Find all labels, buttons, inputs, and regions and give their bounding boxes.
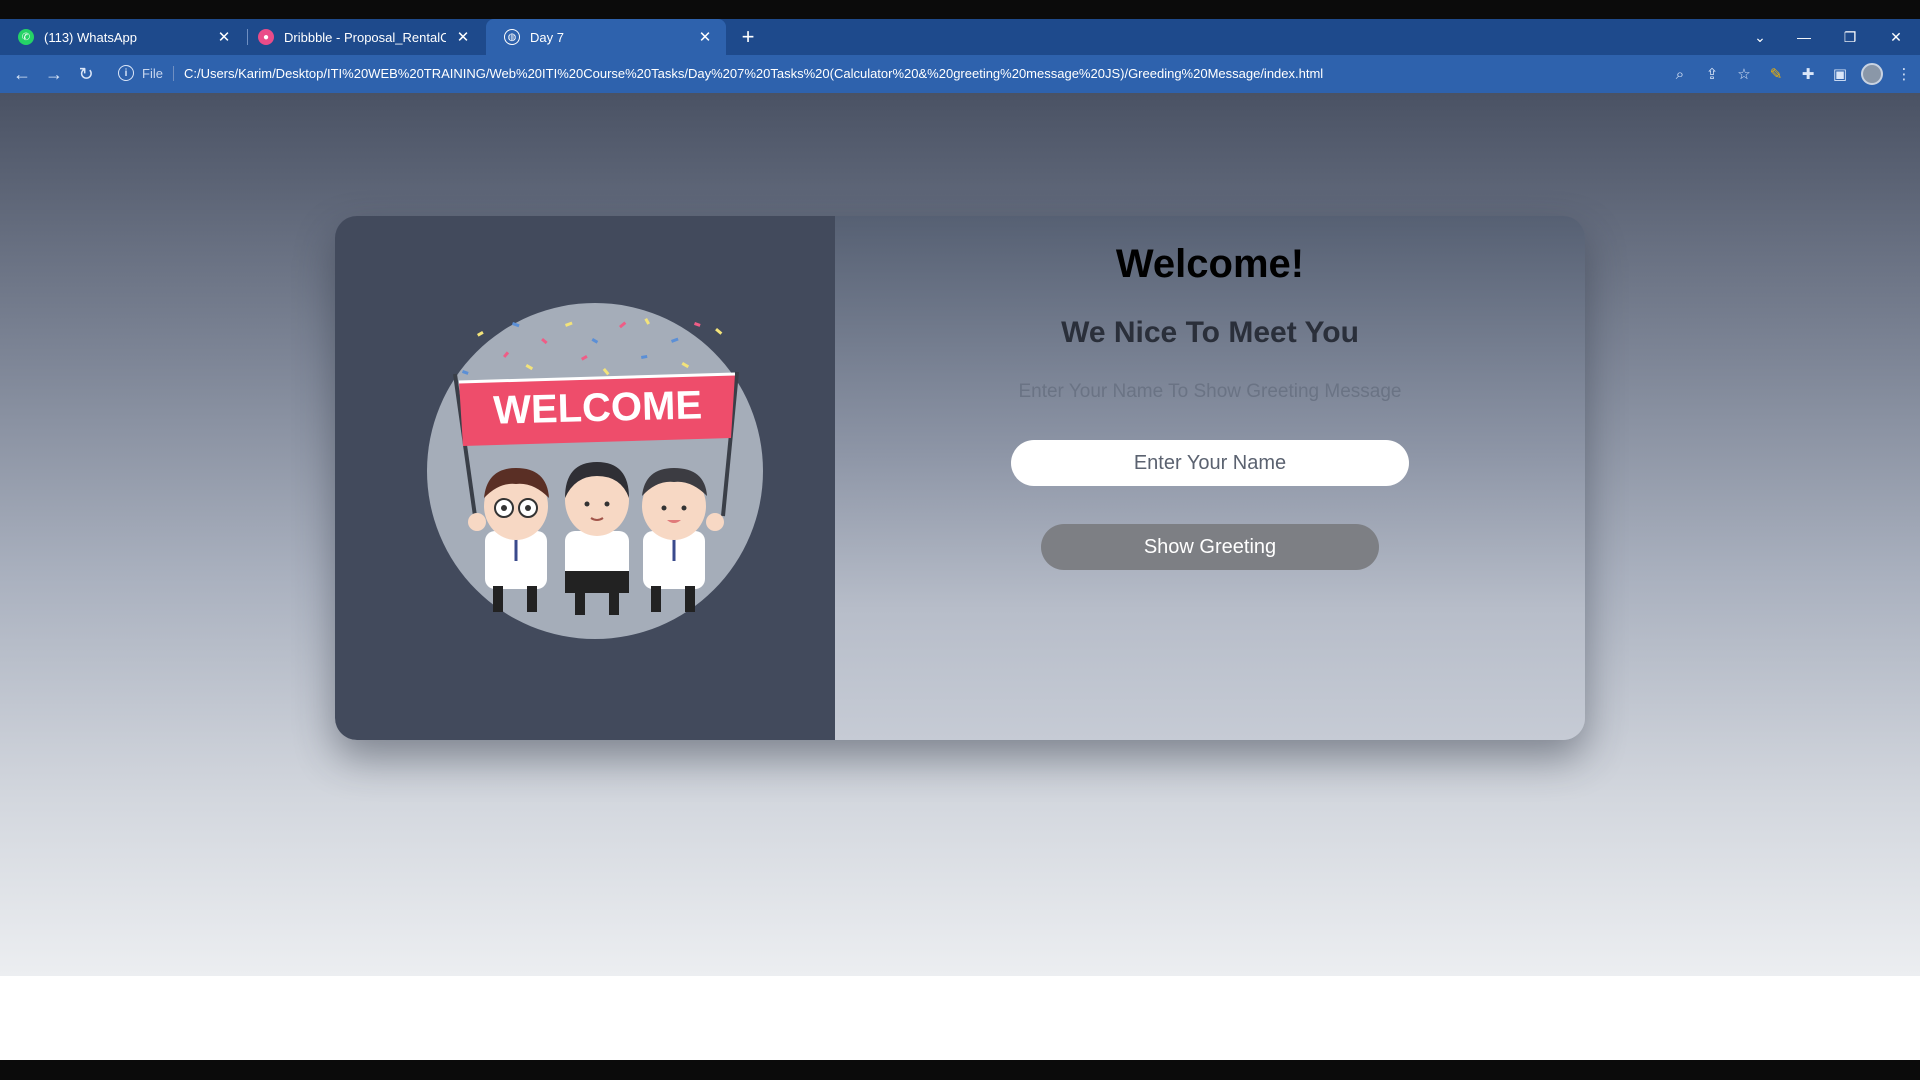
extensions-icon[interactable]: ✚ [1792, 58, 1824, 90]
new-tab-button[interactable]: + [737, 19, 759, 55]
page-viewport: WELCOME Welcome! We Nice To Meet You Ent… [0, 93, 1920, 976]
person-middle-icon [565, 462, 629, 615]
profile-button[interactable] [1856, 58, 1888, 90]
tab-search-icon[interactable]: ⌄ [1740, 19, 1780, 55]
bookmark-star-icon[interactable]: ☆ [1728, 58, 1760, 90]
zoom-icon[interactable]: ⌕ [1664, 58, 1696, 90]
welcome-illustration: WELCOME [427, 303, 763, 639]
card-image-panel: WELCOME [335, 216, 835, 740]
side-panel-icon[interactable]: ▣ [1824, 58, 1856, 90]
restore-icon[interactable]: ❐ [1830, 19, 1870, 55]
name-input[interactable] [1011, 440, 1409, 486]
info-icon[interactable]: i [118, 65, 134, 81]
window-close-icon[interactable]: ✕ [1876, 19, 1916, 55]
forward-icon[interactable]: → [38, 58, 70, 90]
close-icon[interactable]: ✕ [454, 28, 472, 46]
banner-text: WELCOME [493, 383, 703, 432]
tab-dribbble[interactable]: ● Dribbble - Proposal_RentalCar.png ✕ [240, 19, 484, 55]
tab-title: Day 7 [530, 29, 564, 45]
close-icon[interactable]: ✕ [696, 28, 714, 46]
address-scheme: File [142, 65, 174, 81]
tab-whatsapp[interactable]: ✆ (113) WhatsApp ✕ [0, 19, 245, 55]
page-subtitle: We Nice To Meet You [1061, 316, 1359, 349]
share-icon[interactable]: ⇪ [1696, 58, 1728, 90]
screen-bottom-bar [0, 1060, 1920, 1080]
screen-top-bar [0, 0, 1920, 19]
address-url[interactable]: C:/Users/Karim/Desktop/ITI%20WEB%20TRAIN… [184, 66, 1323, 81]
tab-day7[interactable]: ◍ Day 7 ✕ [486, 19, 726, 55]
whatsapp-icon: ✆ [18, 29, 34, 45]
dribbble-icon: ● [258, 29, 274, 45]
tab-strip: ✆ (113) WhatsApp ✕ ● Dribbble - Proposal… [0, 19, 1920, 55]
card-form-panel: Welcome! We Nice To Meet You Enter Your … [835, 216, 1585, 740]
greeting-card: WELCOME Welcome! We Nice To Meet You Ent… [335, 216, 1585, 740]
pen-extension-icon[interactable]: ✎ [1760, 58, 1792, 90]
reload-icon[interactable]: ↻ [70, 58, 102, 90]
menu-icon[interactable]: ⋮ [1888, 58, 1920, 90]
toolbar-actions: ⌕ ⇪ ☆ ✎ ✚ ▣ ⋮ [1664, 58, 1920, 90]
tab-title: (113) WhatsApp [44, 29, 137, 45]
browser-toolbar: ← → ↻ i File C:/Users/Karim/Desktop/ITI%… [0, 55, 1920, 93]
close-icon[interactable]: ✕ [215, 28, 233, 46]
instruction-text: Enter Your Name To Show Greeting Message [1018, 381, 1402, 402]
page-title: Welcome! [1115, 242, 1305, 286]
globe-icon: ◍ [504, 29, 520, 45]
avatar [1861, 63, 1883, 85]
show-greeting-button[interactable]: Show Greeting [1041, 524, 1379, 570]
address-bar[interactable]: i File C:/Users/Karim/Desktop/ITI%20WEB%… [110, 58, 1690, 88]
page-bottom-area [0, 976, 1920, 1060]
back-icon[interactable]: ← [6, 58, 38, 90]
minimize-icon[interactable]: — [1784, 19, 1824, 55]
tab-title: Dribbble - Proposal_RentalCar.png [284, 29, 446, 45]
